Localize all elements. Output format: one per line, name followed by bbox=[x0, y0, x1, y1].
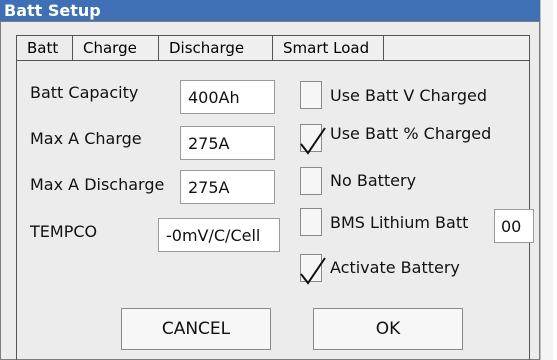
tab-batt[interactable]: Batt bbox=[17, 36, 73, 60]
checkmark-icon bbox=[300, 257, 326, 285]
activate-battery-checkbox[interactable] bbox=[300, 254, 326, 285]
cancel-button[interactable]: CANCEL bbox=[121, 308, 271, 350]
batt-capacity-field[interactable]: 400Ah bbox=[180, 80, 275, 114]
use-batt-v-charged-checkbox[interactable] bbox=[300, 81, 322, 109]
title-bar: Batt Setup bbox=[0, 0, 540, 21]
bms-address-field[interactable]: 00 bbox=[494, 209, 534, 243]
no-battery-label: No Battery bbox=[330, 171, 417, 190]
no-battery-checkbox[interactable] bbox=[300, 167, 322, 195]
use-batt-pct-charged-checkbox[interactable] bbox=[300, 124, 326, 155]
tab-charge[interactable]: Charge bbox=[73, 36, 159, 60]
max-a-charge-field[interactable]: 275A bbox=[180, 126, 275, 160]
max-a-discharge-label: Max A Discharge bbox=[30, 175, 165, 194]
bms-lithium-batt-label: BMS Lithium Batt bbox=[330, 213, 469, 232]
max-a-charge-label: Max A Charge bbox=[30, 129, 142, 148]
tab-smart-load[interactable]: Smart Load bbox=[273, 36, 384, 60]
tempco-field[interactable]: -0mV/C/Cell bbox=[158, 218, 280, 252]
tab-discharge[interactable]: Discharge bbox=[159, 36, 273, 60]
tempco-label: TEMPCO bbox=[30, 222, 98, 241]
use-batt-pct-charged-label: Use Batt % Charged bbox=[330, 124, 492, 143]
use-batt-v-charged-label: Use Batt V Charged bbox=[330, 86, 487, 105]
ok-button[interactable]: OK bbox=[313, 308, 463, 350]
window-title: Batt Setup bbox=[4, 1, 101, 20]
bms-lithium-batt-checkbox[interactable] bbox=[300, 208, 322, 236]
batt-capacity-label: Batt Capacity bbox=[30, 83, 139, 102]
max-a-discharge-field[interactable]: 275A bbox=[180, 170, 275, 204]
checkmark-icon bbox=[300, 127, 326, 155]
tab-bar: Batt Charge Discharge Smart Load bbox=[16, 35, 530, 61]
activate-battery-label: Activate Battery bbox=[330, 258, 460, 277]
window-edge bbox=[540, 0, 553, 360]
